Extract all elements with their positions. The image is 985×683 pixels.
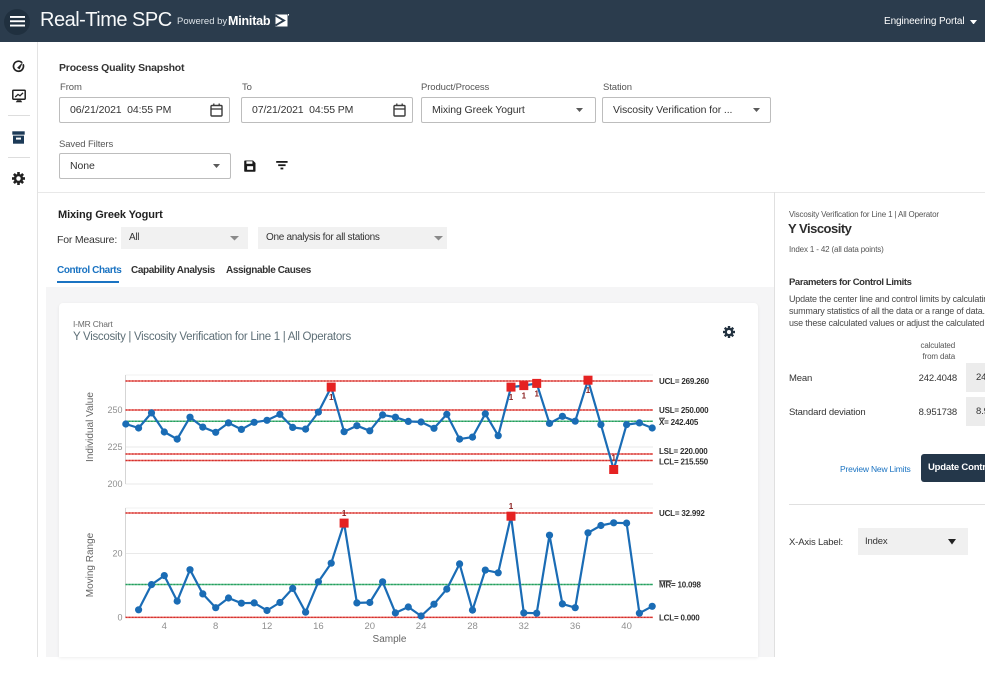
svg-text:250: 250 xyxy=(107,405,122,415)
svg-text:LCL= 0.000: LCL= 0.000 xyxy=(659,614,700,623)
svg-text:1: 1 xyxy=(534,389,539,398)
svg-text:Sample: Sample xyxy=(373,634,407,645)
svg-text:16: 16 xyxy=(313,621,324,632)
svg-text:1: 1 xyxy=(611,454,616,463)
svg-text:20: 20 xyxy=(112,549,122,559)
svg-text:Individual Value: Individual Value xyxy=(85,392,96,462)
svg-text:20: 20 xyxy=(365,621,376,632)
svg-text:1: 1 xyxy=(586,386,591,395)
svg-text:24: 24 xyxy=(416,621,427,632)
svg-text:28: 28 xyxy=(467,621,478,632)
svg-text:1: 1 xyxy=(509,502,514,511)
svg-text:LCL= 215.550: LCL= 215.550 xyxy=(659,458,709,467)
svg-text:0: 0 xyxy=(117,612,122,622)
svg-text:225: 225 xyxy=(107,442,122,452)
svg-text:MR= 10.098: MR= 10.098 xyxy=(659,581,702,590)
svg-text:1: 1 xyxy=(522,392,527,401)
svg-text:1: 1 xyxy=(329,393,334,402)
svg-text:LSL= 220.000: LSL= 220.000 xyxy=(659,447,708,456)
svg-text:40: 40 xyxy=(621,621,632,632)
svg-text:36: 36 xyxy=(570,621,581,632)
svg-text:USL= 250.000: USL= 250.000 xyxy=(659,406,709,415)
svg-text:32: 32 xyxy=(519,621,530,632)
svg-text:X= 242.405: X= 242.405 xyxy=(659,418,699,427)
svg-text:12: 12 xyxy=(262,621,273,632)
svg-text:1: 1 xyxy=(342,509,347,518)
svg-text:4: 4 xyxy=(162,621,167,632)
svg-text:Moving Range: Moving Range xyxy=(85,532,96,597)
svg-text:1: 1 xyxy=(509,393,514,402)
svg-text:200: 200 xyxy=(107,479,122,489)
svg-text:8: 8 xyxy=(213,621,218,632)
svg-text:UCL= 269.260: UCL= 269.260 xyxy=(659,377,710,386)
svg-text:UCL= 32.992: UCL= 32.992 xyxy=(659,509,705,518)
